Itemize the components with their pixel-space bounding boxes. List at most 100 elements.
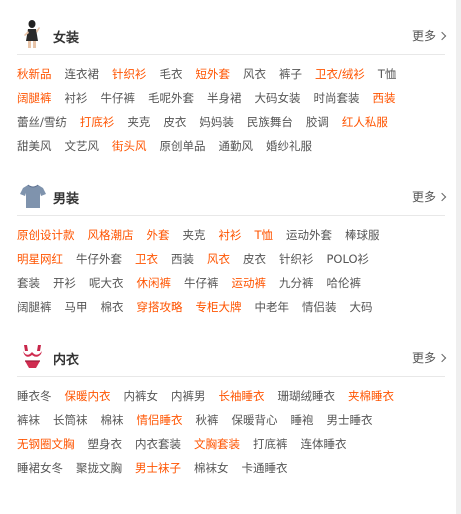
category-link[interactable]: 开衫 bbox=[53, 271, 76, 295]
category-link[interactable]: 休闲裤 bbox=[137, 271, 172, 295]
category-link[interactable]: 衬衫 bbox=[65, 86, 88, 110]
category-link[interactable]: 婚纱礼服 bbox=[266, 134, 312, 158]
category-link[interactable]: 卫衣/绒衫 bbox=[315, 62, 365, 86]
category-link[interactable]: 棉衣 bbox=[101, 295, 124, 319]
category-link[interactable]: 阔腿裤 bbox=[17, 295, 52, 319]
category-link[interactable]: T恤 bbox=[378, 62, 397, 86]
category-link[interactable]: 毛衣 bbox=[160, 62, 183, 86]
category-link[interactable]: 棒球服 bbox=[345, 223, 380, 247]
category-link[interactable]: 文艺风 bbox=[65, 134, 100, 158]
category-link[interactable]: 哈伦裤 bbox=[327, 271, 362, 295]
category-link[interactable]: 内衣套装 bbox=[135, 432, 181, 456]
category-link[interactable]: 睡袍 bbox=[291, 408, 314, 432]
category-link[interactable]: 原创单品 bbox=[160, 134, 206, 158]
category-link[interactable]: 保暖内衣 bbox=[65, 384, 111, 408]
category-link[interactable]: 男士袜子 bbox=[135, 456, 181, 480]
category-link[interactable]: 呢大衣 bbox=[89, 271, 124, 295]
section-women: 女装 更多 秋新品 连衣裙 针织衫 毛衣 短外套 风衣 裤子 卫衣/绒衫 T恤 阔腿裤 衬衫 牛仔裤毛… bbox=[17, 18, 447, 158]
category-link[interactable]: 半身裙 bbox=[207, 86, 242, 110]
category-link[interactable]: 大码 bbox=[350, 295, 373, 319]
category-link[interactable]: 裤子 bbox=[279, 62, 302, 86]
more-link[interactable]: 更多 bbox=[412, 188, 447, 205]
category-link[interactable]: 风格潮店 bbox=[88, 223, 134, 247]
category-link[interactable]: 西装 bbox=[171, 247, 194, 271]
category-link[interactable]: 打底裤 bbox=[253, 432, 288, 456]
category-link[interactable]: 风衣 bbox=[243, 62, 266, 86]
category-link[interactable]: 秋新品 bbox=[17, 62, 52, 86]
category-link[interactable]: 睡裙女冬 bbox=[17, 456, 63, 480]
category-link[interactable]: 棉袜女 bbox=[194, 456, 229, 480]
category-link[interactable]: 大码女装 bbox=[255, 86, 301, 110]
category-link[interactable]: 套装 bbox=[17, 271, 40, 295]
category-link[interactable]: 保暖背心 bbox=[232, 408, 278, 432]
category-link[interactable]: 长筒袜 bbox=[53, 408, 88, 432]
category-link[interactable]: 专柜大牌 bbox=[196, 295, 242, 319]
category-link[interactable]: 棉袜 bbox=[101, 408, 124, 432]
category-link[interactable]: 长袖睡衣 bbox=[219, 384, 265, 408]
category-link[interactable]: 原创设计款 bbox=[17, 223, 75, 247]
category-link[interactable]: 风衣 bbox=[207, 247, 230, 271]
category-link[interactable]: 阔腿裤 bbox=[17, 86, 52, 110]
category-link[interactable]: 秋裤 bbox=[196, 408, 219, 432]
category-link[interactable]: 牛仔外套 bbox=[76, 247, 122, 271]
category-link[interactable]: 男士睡衣 bbox=[327, 408, 373, 432]
category-link[interactable]: 聚拢文胸 bbox=[76, 456, 122, 480]
category-link[interactable]: 塑身衣 bbox=[88, 432, 123, 456]
category-link[interactable]: 内裤男 bbox=[171, 384, 206, 408]
category-link[interactable]: 打底衫 bbox=[80, 110, 115, 134]
category-link[interactable]: 中老年 bbox=[255, 295, 290, 319]
category-link[interactable]: 运动裤 bbox=[232, 271, 267, 295]
category-link[interactable]: 文胸套装 bbox=[194, 432, 240, 456]
category-row: 裤袜 长筒袜 棉袜 情侣睡衣 秋裤 保暖背心 睡袍 男士睡衣 bbox=[17, 408, 445, 432]
category-link[interactable]: 牛仔裤 bbox=[101, 86, 136, 110]
category-link[interactable]: 妈妈装 bbox=[199, 110, 234, 134]
category-link[interactable]: 明星网红 bbox=[17, 247, 63, 271]
category-link[interactable]: 毛呢外套 bbox=[148, 86, 194, 110]
category-link[interactable]: 无钢圈文胸 bbox=[17, 432, 75, 456]
category-link[interactable]: 针织衫 bbox=[112, 62, 147, 86]
category-link[interactable]: 运动外套 bbox=[286, 223, 332, 247]
category-link[interactable]: 西装 bbox=[373, 86, 396, 110]
more-label: 更多 bbox=[411, 351, 436, 365]
category-link[interactable]: 情侣睡衣 bbox=[137, 408, 183, 432]
category-link[interactable]: 内裤女 bbox=[124, 384, 159, 408]
category-link[interactable]: T恤 bbox=[255, 223, 274, 247]
category-link[interactable]: 夹棉睡衣 bbox=[348, 384, 394, 408]
category-link[interactable]: POLO衫 bbox=[327, 247, 370, 271]
category-link[interactable]: 胶调 bbox=[306, 110, 329, 134]
category-link[interactable]: 针织衫 bbox=[279, 247, 314, 271]
category-link[interactable]: 连体睡衣 bbox=[301, 432, 347, 456]
scrollbar[interactable] bbox=[456, 0, 461, 514]
category-link[interactable]: 卡通睡衣 bbox=[242, 456, 288, 480]
category-link[interactable]: 夹克 bbox=[183, 223, 206, 247]
category-link[interactable]: 马甲 bbox=[65, 295, 88, 319]
category-link[interactable]: 皮衣 bbox=[243, 247, 266, 271]
category-link[interactable]: 牛仔裤 bbox=[184, 271, 219, 295]
category-link[interactable]: 卫衣 bbox=[135, 247, 158, 271]
category-row: 阔腿裤 衬衫 牛仔裤 毛呢外套 半身裙 大码女装 时尚套装 西装 bbox=[17, 86, 445, 110]
category-link[interactable]: 九分裤 bbox=[279, 271, 314, 295]
category-link[interactable]: 甜美风 bbox=[17, 134, 52, 158]
category-row: 套装 开衫 呢大衣 休闲裤 牛仔裤 运动裤 九分裤 哈伦裤 bbox=[17, 271, 445, 295]
category-link[interactable]: 珊瑚绒睡衣 bbox=[278, 384, 336, 408]
category-link[interactable]: 通勤风 bbox=[219, 134, 254, 158]
category-link[interactable]: 红人私服 bbox=[342, 110, 388, 134]
category-link[interactable]: 衬衫 bbox=[219, 223, 242, 247]
category-link[interactable]: 短外套 bbox=[196, 62, 231, 86]
category-link[interactable]: 蕾丝/雪纺 bbox=[17, 110, 67, 134]
category-link[interactable]: 夹克 bbox=[127, 110, 150, 134]
more-link[interactable]: 更多 bbox=[411, 349, 447, 366]
category-link[interactable]: 穿搭攻略 bbox=[137, 295, 183, 319]
category-link[interactable]: 连衣裙 bbox=[65, 62, 100, 86]
category-link[interactable]: 外套 bbox=[147, 223, 170, 247]
category-link[interactable]: 裤袜 bbox=[17, 408, 40, 432]
category-link[interactable]: 皮衣 bbox=[163, 110, 186, 134]
more-link[interactable]: 更多 bbox=[412, 27, 447, 44]
category-link[interactable]: 睡衣冬 bbox=[17, 384, 52, 408]
tshirt-icon bbox=[20, 184, 46, 208]
category-row: 蕾丝/雪纺 打底衫 夹克 皮衣 妈妈装 民族舞台 胶调 红人私服 bbox=[17, 110, 445, 134]
category-link[interactable]: 民族舞台 bbox=[247, 110, 293, 134]
category-link[interactable]: 情侣装 bbox=[302, 295, 337, 319]
category-link[interactable]: 街头风 bbox=[112, 134, 147, 158]
category-link[interactable]: 时尚套装 bbox=[314, 86, 360, 110]
